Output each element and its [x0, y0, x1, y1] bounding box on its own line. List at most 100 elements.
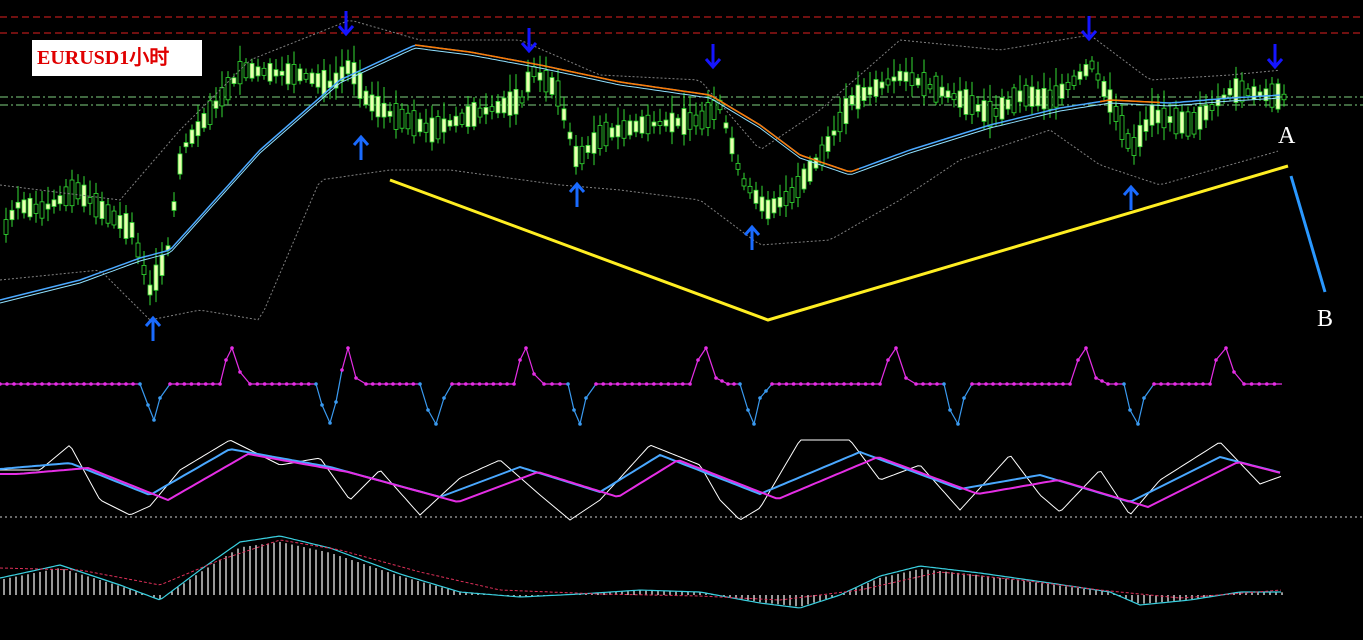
- zigzag-dot: [218, 382, 222, 386]
- candle-body: [615, 124, 621, 138]
- candle-body: [291, 64, 297, 85]
- candle-body: [399, 108, 405, 129]
- point-a-label: A: [1278, 123, 1296, 149]
- candle-body: [465, 105, 471, 128]
- zigzag-dot: [1005, 382, 1009, 386]
- candle-body: [435, 116, 441, 140]
- candle-body: [201, 113, 207, 129]
- zigzag-dot: [998, 382, 1002, 386]
- candle-body: [381, 102, 387, 118]
- zigzag-dot: [558, 382, 562, 386]
- zigzag-dot: [82, 382, 86, 386]
- candle-body: [837, 111, 843, 133]
- zigzag-dot: [354, 376, 358, 380]
- zigzag-dot: [1047, 382, 1051, 386]
- candle-body: [279, 70, 285, 76]
- zigzag-dot: [1194, 382, 1198, 386]
- zigzag-dot: [738, 382, 742, 386]
- candle-body: [189, 129, 195, 144]
- candle-body: [1227, 88, 1233, 96]
- candle-body: [45, 203, 51, 210]
- zigzag-dot: [477, 382, 482, 386]
- candle-body: [303, 73, 309, 80]
- candle-body: [1029, 86, 1035, 107]
- candle-body: [921, 72, 927, 97]
- zigzag-dot: [784, 382, 789, 386]
- candle-body: [363, 90, 369, 106]
- candle-body: [573, 145, 579, 168]
- candle-body: [1011, 87, 1017, 114]
- chart-background: [0, 0, 1363, 640]
- zigzag-dot: [1208, 382, 1212, 386]
- candle-body: [621, 120, 627, 139]
- zigzag-dot: [688, 382, 692, 386]
- candle-body: [765, 199, 771, 220]
- candle-body: [1065, 81, 1071, 91]
- zigzag-dot: [942, 382, 946, 386]
- candle-body: [135, 242, 141, 258]
- zigzag-dot: [659, 382, 663, 386]
- candle-body: [1191, 112, 1197, 135]
- candle-body: [657, 121, 663, 126]
- candle-body: [483, 107, 489, 115]
- candle-body: [159, 254, 165, 276]
- zigzag-dot: [117, 382, 121, 386]
- zigzag-dot: [764, 389, 768, 393]
- zigzag-dot: [397, 382, 402, 386]
- candle-body: [975, 104, 981, 112]
- candle-body: [117, 215, 123, 229]
- candle-body: [1119, 115, 1125, 140]
- zigzag-dot: [630, 382, 634, 386]
- candle-body: [1179, 111, 1185, 134]
- zigzag-dot: [189, 382, 194, 386]
- zigzag-dot: [1084, 346, 1088, 350]
- zigzag-dot: [1242, 382, 1246, 386]
- candle-body: [579, 145, 585, 165]
- zigzag-dot: [96, 382, 100, 386]
- candle-body: [429, 117, 435, 143]
- zigzag-dot: [404, 382, 409, 386]
- zigzag-dot: [871, 382, 875, 386]
- candle-body: [639, 116, 645, 134]
- zigzag-dot: [277, 382, 282, 386]
- zigzag-dot: [1224, 346, 1228, 350]
- zigzag-dot: [103, 382, 107, 386]
- candle-body: [885, 78, 891, 86]
- zigzag-dot: [230, 346, 234, 350]
- candle-body: [1275, 83, 1281, 110]
- zigzag-dot: [673, 382, 678, 386]
- zigzag-dot: [856, 382, 861, 386]
- zigzag-dot: [124, 382, 128, 386]
- zigzag-dot: [991, 382, 995, 386]
- candle-body: [801, 168, 807, 190]
- zigzag-dot: [1068, 382, 1072, 386]
- candle-body: [315, 73, 321, 88]
- candle-body: [477, 107, 483, 118]
- candle-body: [225, 77, 231, 101]
- candle-body: [1137, 124, 1143, 148]
- zigzag-dot: [411, 382, 416, 386]
- candle-body: [849, 95, 855, 105]
- candle-body: [603, 121, 609, 147]
- candle-body: [1149, 104, 1155, 126]
- candle-body: [537, 72, 543, 81]
- zigzag-dot: [704, 346, 708, 350]
- candle-body: [147, 284, 153, 296]
- zigzag-dot: [578, 422, 582, 426]
- candle-body: [1233, 78, 1239, 103]
- candle-body: [111, 210, 117, 226]
- zigzag-dot: [928, 382, 932, 386]
- candle-body: [123, 213, 129, 239]
- price-chart[interactable]: [0, 0, 1363, 640]
- zigzag-dot: [726, 382, 730, 386]
- zigzag-dot: [584, 396, 588, 400]
- candle-body: [771, 198, 777, 214]
- candle-body: [1281, 93, 1287, 101]
- zigzag-dot: [637, 382, 642, 386]
- candle-body: [375, 95, 381, 118]
- zigzag-dot: [566, 382, 570, 386]
- zigzag-dot: [1173, 382, 1177, 386]
- candle-body: [855, 84, 861, 110]
- zigzag-dot: [799, 382, 803, 386]
- zigzag-dot: [131, 382, 135, 386]
